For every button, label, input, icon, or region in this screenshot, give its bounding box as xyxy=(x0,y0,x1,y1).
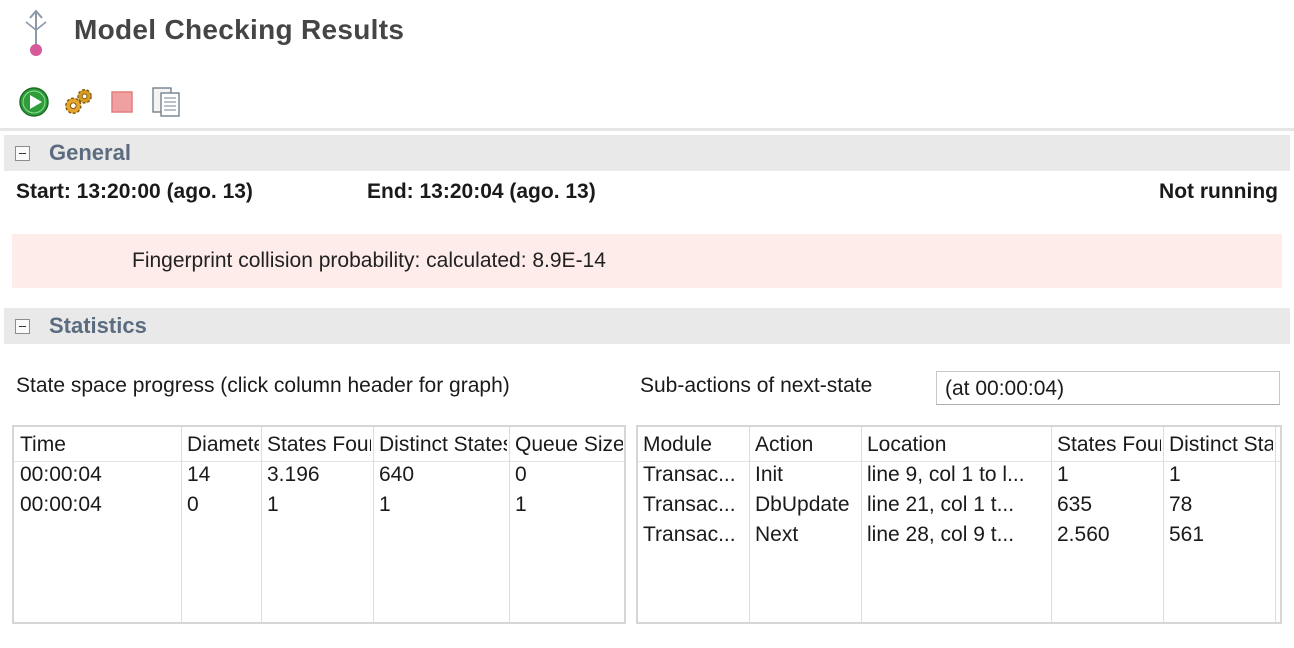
table-cell[interactable]: 78 xyxy=(1169,493,1192,517)
table-cell[interactable]: Init xyxy=(755,463,859,487)
table-cell[interactable]: 635 xyxy=(1057,493,1092,517)
table-cell[interactable]: 1 xyxy=(267,493,279,517)
table-cell[interactable]: 00:00:04 xyxy=(20,493,102,517)
column-header-diameter[interactable]: Diameter xyxy=(187,431,259,459)
statistics-section-header[interactable]: Statistics xyxy=(4,308,1290,344)
statistics-section-title: Statistics xyxy=(49,313,147,338)
table-cell[interactable]: line 21, col 1 t... xyxy=(867,493,1049,517)
table-cell[interactable]: DbUpdate xyxy=(755,493,859,517)
general-section-header[interactable]: General xyxy=(4,135,1290,171)
column-header-distinct-states[interactable]: Distinct States xyxy=(1169,431,1273,459)
column-header-action[interactable]: Action xyxy=(755,431,859,459)
table-cell[interactable]: 640 xyxy=(379,463,414,487)
column-header-location[interactable]: Location xyxy=(867,431,1049,459)
table-cell[interactable]: 561 xyxy=(1169,523,1204,547)
table-cell[interactable]: 1 xyxy=(1057,463,1069,487)
table-cell[interactable]: Next xyxy=(755,523,859,547)
subactions-time-field: (at 00:00:04) xyxy=(936,371,1280,405)
start-time: Start: 13:20:00 (ago. 13) xyxy=(16,180,253,203)
stop-icon[interactable] xyxy=(106,86,138,118)
fingerprint-banner: Fingerprint collision probability: calcu… xyxy=(12,234,1282,288)
table-cell[interactable]: 1 xyxy=(515,493,527,517)
model-checking-icon xyxy=(18,8,54,60)
progress-table[interactable]: Time Diameter States Found Distinct Stat… xyxy=(12,425,626,624)
column-header-states-found[interactable]: States Found xyxy=(267,431,371,459)
settings-gears-icon[interactable] xyxy=(62,86,94,118)
collapse-icon[interactable] xyxy=(15,145,30,161)
progress-label: State space progress (click column heade… xyxy=(16,374,510,397)
subactions-label: Sub-actions of next-state xyxy=(640,374,873,397)
column-header-module[interactable]: Module xyxy=(643,431,747,459)
run-icon[interactable] xyxy=(18,86,50,118)
column-divider xyxy=(261,427,262,622)
table-cell[interactable]: line 28, col 9 t... xyxy=(867,523,1049,547)
page-title: Model Checking Results xyxy=(74,14,405,45)
fingerprint-text: Fingerprint collision probability: calcu… xyxy=(132,249,606,272)
table-cell[interactable]: 1 xyxy=(1169,463,1181,487)
column-divider xyxy=(1051,427,1052,622)
column-divider xyxy=(1163,427,1164,622)
column-divider xyxy=(509,427,510,622)
table-cell[interactable]: line 9, col 1 to l... xyxy=(867,463,1049,487)
column-header-time[interactable]: Time xyxy=(20,431,178,459)
column-divider xyxy=(749,427,750,622)
table-cell[interactable]: 2.560 xyxy=(1057,523,1110,547)
toolbar-divider xyxy=(0,128,1294,131)
table-cell[interactable]: 1 xyxy=(379,493,391,517)
table-cell[interactable]: 14 xyxy=(187,463,210,487)
collapse-icon[interactable] xyxy=(15,318,30,334)
table-cell[interactable]: Transac... xyxy=(643,493,747,517)
table-cell[interactable]: 0 xyxy=(515,463,527,487)
table-cell[interactable]: Transac... xyxy=(643,523,747,547)
table-cell[interactable]: 3.196 xyxy=(267,463,320,487)
copy-document-icon[interactable] xyxy=(150,86,182,118)
table-cell[interactable]: 0 xyxy=(187,493,199,517)
table-cell[interactable]: Transac... xyxy=(643,463,747,487)
column-divider xyxy=(181,427,182,622)
table-cell[interactable]: 00:00:04 xyxy=(20,463,102,487)
column-header-queue-size[interactable]: Queue Size xyxy=(515,431,623,459)
subactions-table[interactable]: Module Action Location States Found Dist… xyxy=(636,425,1282,624)
column-divider xyxy=(373,427,374,622)
general-section-title: General xyxy=(49,140,131,165)
column-divider xyxy=(1275,427,1276,622)
run-status: Not running xyxy=(1159,180,1278,203)
column-header-states-found[interactable]: States Found xyxy=(1057,431,1161,459)
column-header-distinct-states[interactable]: Distinct States xyxy=(379,431,507,459)
end-time: End: 13:20:04 (ago. 13) xyxy=(367,180,596,203)
column-divider xyxy=(861,427,862,622)
